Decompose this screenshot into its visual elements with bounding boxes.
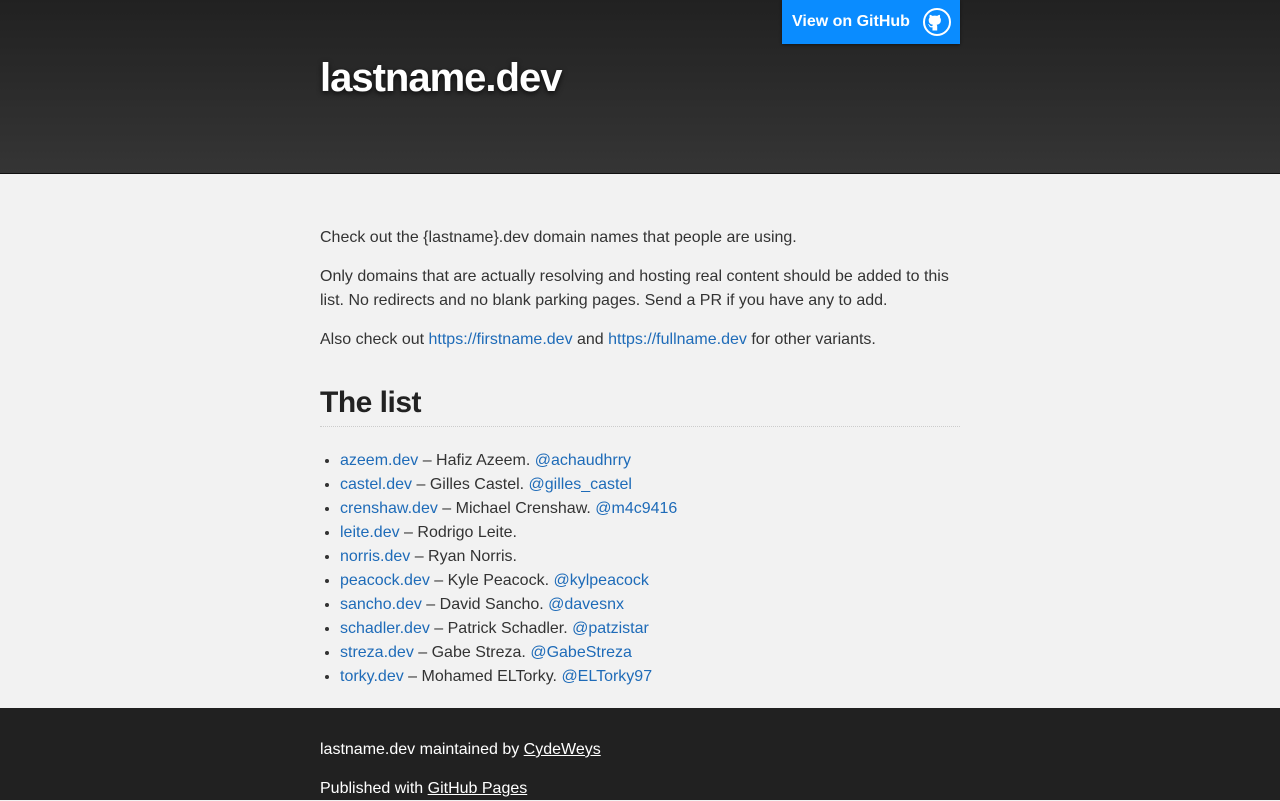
domain-link[interactable]: crenshaw.dev [340, 500, 438, 517]
intro-p3-suffix: for other variants. [746, 331, 876, 348]
main-inner: Check out the {lastname}.dev domain name… [320, 174, 960, 689]
person-name: – Hafiz Azeem. [418, 452, 535, 469]
intro-paragraph-1: Check out the {lastname}.dev domain name… [320, 229, 797, 246]
person-name: – Gilles Castel. [412, 476, 529, 493]
domain-link[interactable]: sancho.dev [340, 596, 422, 613]
view-on-github-button[interactable]: View on GitHub [782, 0, 960, 44]
handle-link[interactable]: @ELTorky97 [561, 668, 652, 685]
maintainer-link[interactable]: CydeWeys [524, 741, 601, 758]
person-name: – Ryan Norris. [410, 548, 517, 565]
handle-link[interactable]: @GabeStreza [530, 644, 632, 661]
github-octocat-icon [922, 7, 952, 37]
domain-list: azeem.dev – Hafiz Azeem. @achaudhrry cas… [320, 449, 960, 689]
list-item: azeem.dev – Hafiz Azeem. @achaudhrry [340, 449, 960, 473]
domain-link[interactable]: schadler.dev [340, 620, 430, 637]
handle-link[interactable]: @patzistar [572, 620, 649, 637]
fullname-dev-link[interactable]: https://fullname.dev [608, 331, 747, 348]
domain-link[interactable]: leite.dev [340, 524, 400, 541]
intro-p3-prefix: Also check out [320, 331, 429, 348]
person-name: – Gabe Streza. [413, 644, 531, 661]
view-on-github-label: View on GitHub [792, 13, 910, 30]
domain-link[interactable]: azeem.dev [340, 452, 418, 469]
list-item: castel.dev – Gilles Castel. @gilles_cast… [340, 473, 960, 497]
published-prefix: Published with [320, 780, 428, 797]
list-item: leite.dev – Rodrigo Leite. [340, 521, 960, 545]
list-item: crenshaw.dev – Michael Crenshaw. @m4c941… [340, 497, 960, 521]
list-item: norris.dev – Ryan Norris. [340, 545, 960, 569]
list-item: schadler.dev – Patrick Schadler. @patzis… [340, 617, 960, 641]
intro-paragraph-3: Also check out https://firstname.dev and… [320, 328, 960, 352]
footer-inner: lastname.dev maintained by CydeWeys Publ… [320, 708, 960, 801]
list-item: streza.dev – Gabe Streza. @GabeStreza [340, 641, 960, 665]
handle-link[interactable]: @m4c9416 [595, 500, 677, 517]
domain-link[interactable]: torky.dev [340, 668, 404, 685]
domain-link[interactable]: norris.dev [340, 548, 410, 565]
maintained-prefix: lastname.dev maintained by [320, 741, 524, 758]
domain-link[interactable]: streza.dev [340, 644, 414, 661]
site-footer: lastname.dev maintained by CydeWeys Publ… [0, 708, 1280, 800]
github-pages-link[interactable]: GitHub Pages [428, 780, 528, 797]
maintained-by-line: lastname.dev maintained by CydeWeys [320, 738, 960, 762]
list-item: torky.dev – Mohamed ELTorky. @ELTorky97 [340, 665, 960, 689]
person-name: – Patrick Schadler. [429, 620, 573, 637]
handle-link[interactable]: @gilles_castel [529, 476, 632, 493]
main-content: Check out the {lastname}.dev domain name… [0, 174, 1280, 708]
header-inner: View on GitHub lastname.dev [320, 0, 960, 173]
published-with-line: Published with GitHub Pages [320, 777, 960, 801]
domain-link[interactable]: castel.dev [340, 476, 412, 493]
list-item: peacock.dev – Kyle Peacock. @kylpeacock [340, 569, 960, 593]
handle-link[interactable]: @davesnx [548, 596, 624, 613]
list-item: sancho.dev – David Sancho. @davesnx [340, 593, 960, 617]
firstname-dev-link[interactable]: https://firstname.dev [429, 331, 573, 348]
person-name: – Kyle Peacock. [429, 572, 554, 589]
intro-paragraph-2: Only domains that are actually resolving… [320, 268, 949, 309]
handle-link[interactable]: @kylpeacock [553, 572, 648, 589]
domain-link[interactable]: peacock.dev [340, 572, 430, 589]
person-name: – Rodrigo Leite. [399, 524, 517, 541]
site-title: lastname.dev [320, 56, 562, 100]
person-name: – Michael Crenshaw. [437, 500, 596, 517]
person-name: – Mohamed ELTorky. [403, 668, 562, 685]
list-section-title: The list [320, 384, 960, 427]
person-name: – David Sancho. [421, 596, 549, 613]
handle-link[interactable]: @achaudhrry [535, 452, 631, 469]
site-header: View on GitHub lastname.dev [0, 0, 1280, 174]
intro-p3-mid: and [572, 331, 609, 348]
